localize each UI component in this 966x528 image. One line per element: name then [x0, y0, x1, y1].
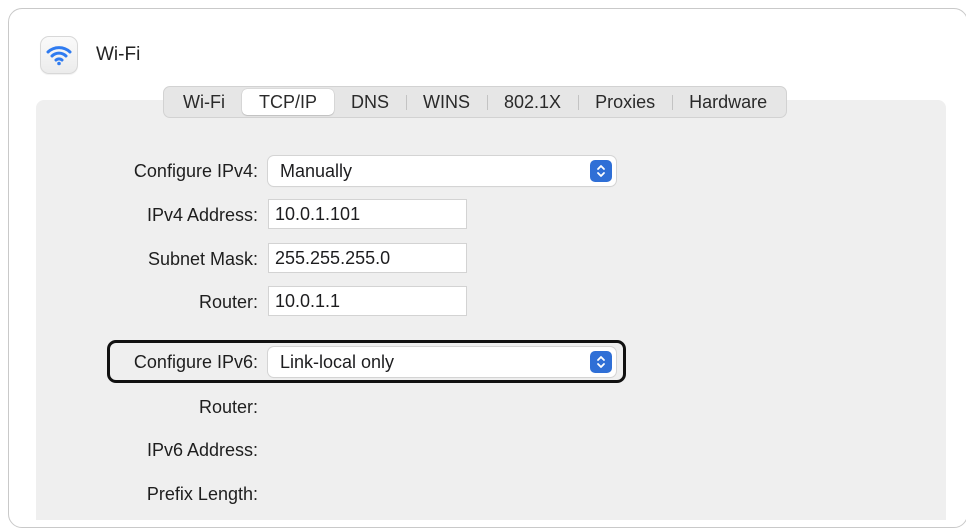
configure-ipv6-value: Link-local only — [280, 351, 395, 372]
ipv4-router-label: Router: — [198, 292, 258, 312]
tab-8021x[interactable]: 802.1X — [487, 89, 578, 115]
tab-dns[interactable]: DNS — [334, 89, 406, 115]
configure-ipv6-select[interactable]: Link-local only — [268, 347, 616, 377]
ipv6-router-label: Router: — [198, 397, 258, 417]
ipv4-address-field[interactable]: 10.0.1.101 — [268, 199, 467, 229]
chevron-up-down-icon — [590, 160, 612, 182]
wifi-icon — [40, 36, 78, 74]
tab-hardware[interactable]: Hardware — [672, 89, 784, 115]
chevron-up-down-icon — [590, 351, 612, 373]
subnet-mask-label: Subnet Mask: — [147, 249, 258, 269]
configure-ipv4-value: Manually — [280, 160, 353, 181]
tab-proxies[interactable]: Proxies — [578, 89, 672, 115]
ipv6-address-label: IPv6 Address: — [146, 440, 258, 460]
configure-ipv4-select[interactable]: Manually — [268, 156, 616, 186]
window-title: Wi-Fi — [96, 44, 141, 65]
subnet-mask-field[interactable]: 255.255.255.0 — [268, 243, 467, 273]
tab-bar: Wi-Fi TCP/IP DNS WINS 802.1X Proxies Har… — [163, 86, 788, 118]
prefix-length-label: Prefix Length: — [146, 484, 258, 504]
tab-wifi[interactable]: Wi-Fi — [166, 89, 242, 115]
tab-wins[interactable]: WINS — [406, 89, 487, 115]
configure-ipv6-label: Configure IPv6: — [133, 352, 258, 372]
ipv4-router-field[interactable]: 10.0.1.1 — [268, 286, 467, 316]
configure-ipv4-label: Configure IPv4: — [133, 161, 258, 181]
tab-tcpip[interactable]: TCP/IP — [241, 89, 334, 115]
ipv4-address-label: IPv4 Address: — [146, 205, 258, 225]
